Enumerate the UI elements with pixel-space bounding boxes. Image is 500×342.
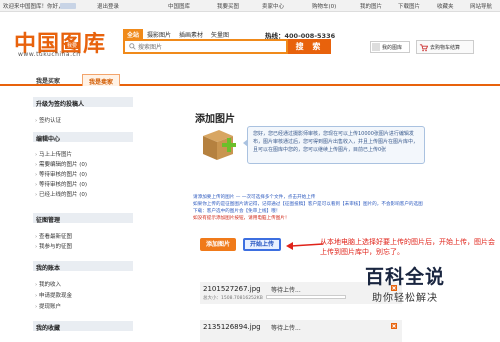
upload-status: 等待上传... <box>271 287 301 294</box>
remove-upload-button[interactable] <box>391 323 397 329</box>
upload-row: 2135126894.jpg 等待上传... <box>200 320 402 342</box>
logout-link[interactable]: 退出登录 <box>97 2 119 10</box>
search-tab-all[interactable]: 全站 <box>123 29 144 39</box>
upload-filename: 2135126894.jpg <box>203 323 261 331</box>
sidebar-section-edit-center: 编辑中心 <box>33 132 133 143</box>
sidebar-item-need-edit[interactable]: 需要编辑的图片 (0) <box>35 160 87 168</box>
sidebar-item-latest-contest[interactable]: 查看最新征图 <box>35 232 72 240</box>
hotline-number: 400-008-5336 <box>284 32 336 40</box>
tab-seller[interactable]: 我是卖家 <box>82 74 121 86</box>
search-input[interactable] <box>129 42 269 52</box>
watermark-subtitle: 助你轻松解决 <box>372 293 438 304</box>
watermark-title: 百科全说 <box>365 266 446 288</box>
topnav-favorites[interactable]: 收藏夹 <box>437 2 454 10</box>
sidebar-item-upload[interactable]: 马上上传图片 <box>35 150 72 158</box>
logo-tag: 我要 <box>65 42 80 49</box>
info-bubble: 您好，您已经通过摄影师审核，您现在可以上传10000张图片进行编辑发布，图片审核… <box>243 126 425 164</box>
start-upload-button[interactable]: 开始上传 <box>243 238 281 251</box>
username-blurred <box>60 3 76 9</box>
note-line: 下载：客户选中的图片会【免审上线】哦！ <box>193 209 281 214</box>
top-bar: 欢迎来中国图库！你好， 退出登录 中国图库 我要买图 卖家中心 购物车(0) 我… <box>0 0 500 12</box>
watermark: 百科全说 助你轻松解决 <box>365 258 485 306</box>
note-line: 请添加要上传的图片 — 一次可选择多个文件，点击开始上传 <box>193 195 316 200</box>
topnav-my-images[interactable]: 我的图片 <box>360 2 382 10</box>
annotation-text: 从本地电脑上选择好要上传的图片后，开始上传，图片会上传到图片库中，别忘了。 <box>320 238 495 256</box>
topnav-buy[interactable]: 我要买图 <box>217 2 239 10</box>
site-logo[interactable]: 中国图库 我要 www.tukuchina.cn <box>14 22 124 62</box>
upload-filename: 2101527267.jpg <box>203 285 261 293</box>
sidebar-item-online[interactable]: 已经上线的图片 (0) <box>35 190 87 198</box>
sidebar-item-my-contest[interactable]: 我参与的征图 <box>35 242 72 250</box>
user-name: 我的图库 <box>382 45 403 51</box>
hotline: 热线：400-008-5336 <box>265 30 335 40</box>
search-tab-vector[interactable]: 矢量图 <box>207 29 233 39</box>
sidebar-item-pending-2[interactable]: 等待审核的图片 (0) <box>35 180 87 188</box>
search-tab-photo[interactable]: 摄影图片 <box>143 29 175 39</box>
sidebar-item-withdraw[interactable]: 申请提款现金 <box>35 291 72 299</box>
annotation-arrow <box>286 242 324 250</box>
sidebar-section-contest: 征图管理 <box>33 213 133 224</box>
sidebar-item-certify[interactable]: 签约认证 <box>35 116 61 124</box>
upload-progress <box>266 295 346 299</box>
topnav-downloads[interactable]: 下载图片 <box>398 2 420 10</box>
sidebar-item-income[interactable]: 我的收入 <box>35 280 61 288</box>
search-tabs: 全站 摄影图片 插画素材 矢量图 <box>123 29 233 39</box>
upload-notes: 请添加要上传的图片 — 一次可选择多个文件，点击开始上传 如果你上传的是征图图片… <box>193 194 483 222</box>
cart-icon <box>419 44 428 52</box>
sidebar-section-ledger: 我的账本 <box>33 261 133 272</box>
box-add-icon <box>203 130 236 160</box>
topnav-sitemap[interactable]: 网站导航 <box>470 2 492 10</box>
sidebar-item-account[interactable]: 提现账户 <box>35 302 61 310</box>
cart-checkout-label: 去购物车结算 <box>430 45 461 51</box>
main-nav: 我是买家 我是卖家 <box>0 72 500 86</box>
note-line: 如没有提示添加图片按钮，请用电脑上传图片！ <box>193 216 290 221</box>
hotline-label: 热线： <box>265 32 285 40</box>
search-box <box>123 39 288 54</box>
sidebar-item-pending-1[interactable]: 等待审核的图片 (0) <box>35 170 87 178</box>
topnav-home[interactable]: 中国图库 <box>168 2 190 10</box>
upload-size: 总大小：1508.70816252KB <box>203 296 263 301</box>
welcome-text: 欢迎来中国图库！你好， <box>3 4 64 10</box>
sidebar: 升级为签约投稿人 签约认证 编辑中心 马上上传图片 需要编辑的图片 (0) 等待… <box>33 95 133 337</box>
close-icon <box>392 324 396 328</box>
search-button[interactable]: 搜 索 <box>288 39 331 54</box>
tab-buyer[interactable]: 我是买家 <box>30 74 66 86</box>
topnav-seller[interactable]: 卖家中心 <box>262 2 284 10</box>
user-box[interactable]: 我的图库 <box>370 41 410 53</box>
cart-link[interactable]: 购物车(0) <box>312 2 336 10</box>
sidebar-section-upgrade: 升级为签约投稿人 <box>33 97 133 108</box>
add-image-button[interactable]: 添加图片 <box>200 238 236 251</box>
sidebar-section-favorites: 我的收藏 <box>33 321 133 332</box>
logo-url: www.tukuchina.cn <box>18 51 81 58</box>
search-tab-illustration[interactable]: 插画素材 <box>175 29 207 39</box>
upload-status: 等待上传... <box>271 325 301 332</box>
page-title: 添加图片 <box>195 114 235 125</box>
avatar <box>372 43 380 51</box>
note-line: 如果你上传的是征图图片请记得，记得通过【征图投稿】客户是可以看到【未审核】图片的… <box>193 202 423 207</box>
cart-checkout-button[interactable]: 去购物车结算 <box>416 40 474 54</box>
